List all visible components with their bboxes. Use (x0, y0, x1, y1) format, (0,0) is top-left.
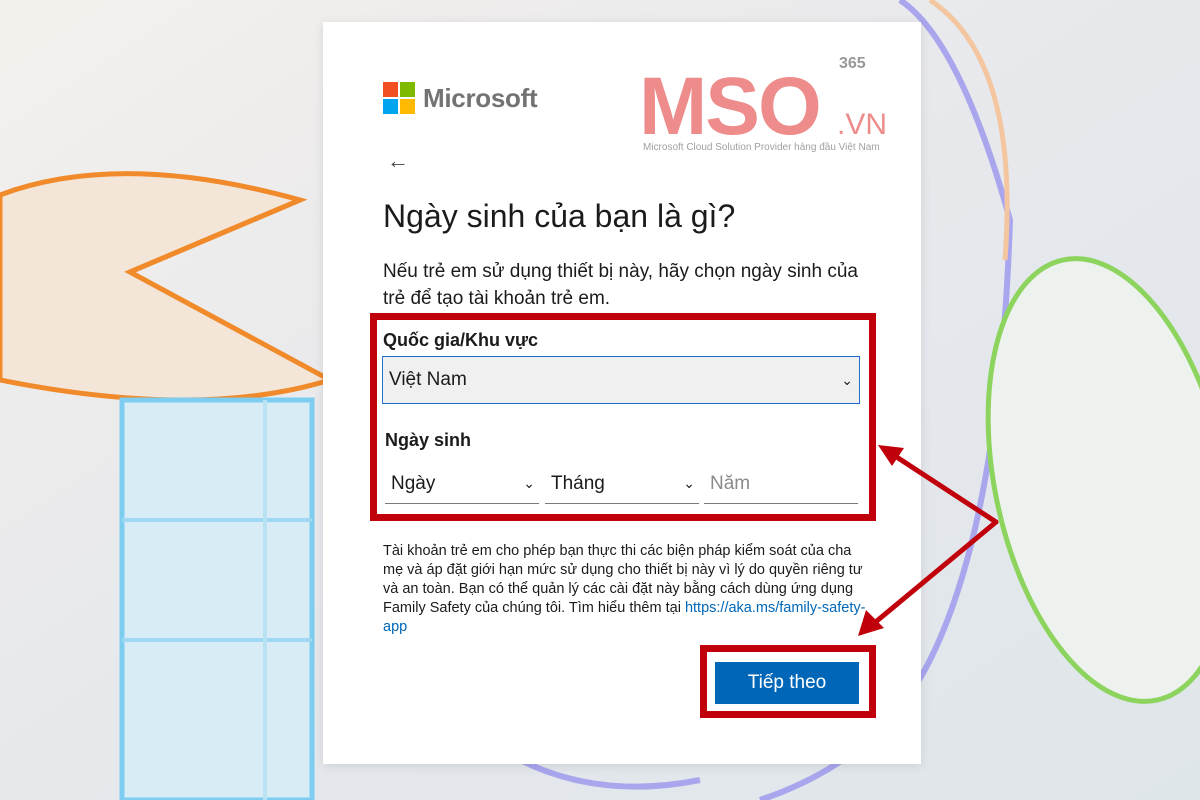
month-select[interactable]: Tháng ⌄ (545, 464, 699, 504)
microsoft-logo-icon (383, 82, 415, 114)
microsoft-logo-text: Microsoft (423, 82, 538, 113)
svg-text:.VN: .VN (837, 108, 887, 141)
day-select-value: Ngày (391, 472, 436, 494)
chevron-down-icon: ⌄ (841, 371, 853, 388)
back-button[interactable]: ← (387, 148, 409, 174)
next-button[interactable]: Tiếp theo (715, 662, 859, 704)
day-select[interactable]: Ngày ⌄ (385, 464, 539, 504)
svg-text:MSO: MSO (639, 61, 820, 152)
year-input[interactable]: Năm (704, 464, 858, 504)
birthdate-label: Ngày sinh (385, 430, 472, 450)
chevron-down-icon: ⌄ (523, 475, 535, 491)
page-title: Ngày sinh của bạn là gì? (383, 198, 736, 234)
month-select-value: Tháng (551, 472, 605, 494)
country-select[interactable]: Việt Nam ⌄ (382, 356, 860, 404)
country-select-value: Việt Nam (389, 369, 467, 390)
chevron-down-icon: ⌄ (683, 475, 695, 491)
page-description: Nếu trẻ em sử dụng thiết bị này, hãy chọ… (383, 261, 858, 309)
watermark-tagline: Microsoft Cloud Solution Provider hàng đ… (643, 142, 880, 153)
microsoft-logo: Microsoft (383, 82, 538, 114)
signup-card: Microsoft MSO 365 .VN Microsoft Cloud So… (323, 22, 921, 764)
year-input-placeholder: Năm (710, 472, 751, 494)
arrow-left-icon: ← (387, 148, 409, 173)
svg-text:365: 365 (839, 56, 866, 72)
child-account-info: Tài khoản trẻ em cho phép bạn thực thi c… (383, 542, 868, 637)
country-label: Quốc gia/Khu vực (383, 330, 539, 350)
